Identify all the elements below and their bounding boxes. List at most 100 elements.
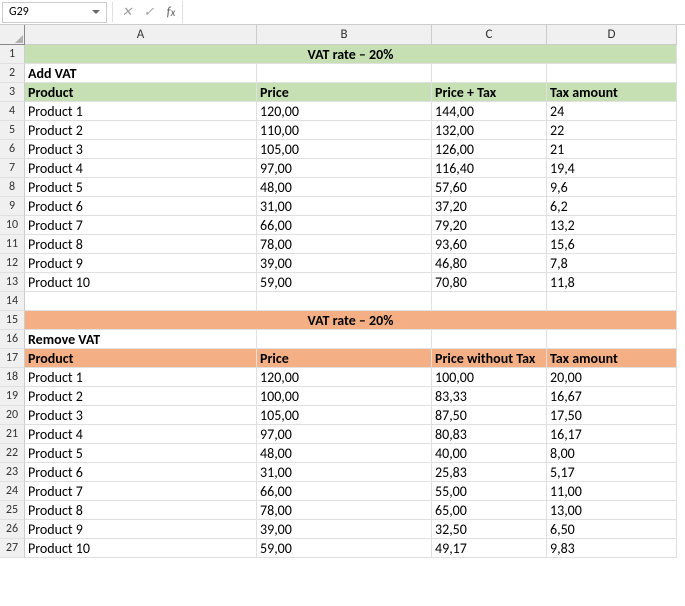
cell[interactable]: 78,00 xyxy=(257,235,432,254)
column-header[interactable]: C xyxy=(432,25,547,45)
cell[interactable]: 87,50 xyxy=(432,406,547,425)
row-header[interactable]: 11 xyxy=(0,235,25,254)
cell[interactable]: 100,00 xyxy=(257,387,432,406)
merged-title-cell[interactable]: VAT rate – 20% xyxy=(25,45,677,64)
cell[interactable]: Product 1 xyxy=(25,368,257,387)
cell[interactable]: 59,00 xyxy=(257,273,432,292)
select-all-corner[interactable] xyxy=(0,25,25,45)
cell[interactable]: 31,00 xyxy=(257,197,432,216)
cell[interactable]: Product 10 xyxy=(25,273,257,292)
cell[interactable] xyxy=(257,292,432,311)
row-header[interactable]: 9 xyxy=(0,197,25,216)
cell[interactable] xyxy=(257,330,432,349)
row-header[interactable]: 13 xyxy=(0,273,25,292)
cell[interactable]: Remove VAT xyxy=(25,330,257,349)
row-header[interactable]: 12 xyxy=(0,254,25,273)
cell[interactable]: Product xyxy=(25,83,257,102)
cell[interactable]: Product 2 xyxy=(25,121,257,140)
row-header[interactable]: 22 xyxy=(0,444,25,463)
cell[interactable]: 11,8 xyxy=(547,273,677,292)
cell[interactable]: 97,00 xyxy=(257,159,432,178)
cell[interactable]: 93,60 xyxy=(432,235,547,254)
cell[interactable]: 40,00 xyxy=(432,444,547,463)
cell[interactable]: Product 1 xyxy=(25,102,257,121)
cell[interactable]: 39,00 xyxy=(257,520,432,539)
cell[interactable]: 97,00 xyxy=(257,425,432,444)
cell[interactable]: 11,00 xyxy=(547,482,677,501)
cell[interactable]: 8,00 xyxy=(547,444,677,463)
cell[interactable] xyxy=(25,292,257,311)
cell[interactable]: 55,00 xyxy=(432,482,547,501)
cell[interactable] xyxy=(432,64,547,83)
row-header[interactable]: 5 xyxy=(0,121,25,140)
cell[interactable]: Product 7 xyxy=(25,216,257,235)
row-header[interactable]: 25 xyxy=(0,501,25,520)
cell[interactable]: 66,00 xyxy=(257,482,432,501)
cell[interactable]: 15,6 xyxy=(547,235,677,254)
cell[interactable]: Product xyxy=(25,349,257,368)
cell[interactable] xyxy=(432,292,547,311)
cell[interactable]: Tax amount xyxy=(547,83,677,102)
row-header[interactable]: 6 xyxy=(0,140,25,159)
cell[interactable]: Add VAT xyxy=(25,64,257,83)
row-header[interactable]: 17 xyxy=(0,349,25,368)
cell[interactable]: 105,00 xyxy=(257,406,432,425)
column-header[interactable]: D xyxy=(547,25,677,45)
cell[interactable]: 16,17 xyxy=(547,425,677,444)
cell[interactable]: Price xyxy=(257,83,432,102)
cell[interactable]: Product 5 xyxy=(25,444,257,463)
cell[interactable]: 49,17 xyxy=(432,539,547,558)
cell[interactable]: 39,00 xyxy=(257,254,432,273)
row-header[interactable]: 21 xyxy=(0,425,25,444)
cell[interactable]: 17,50 xyxy=(547,406,677,425)
cell[interactable]: 19,4 xyxy=(547,159,677,178)
spreadsheet-grid[interactable]: ABCD1VAT rate – 20%2Add VAT3ProductPrice… xyxy=(0,25,685,558)
cell[interactable]: Product 3 xyxy=(25,406,257,425)
cell[interactable] xyxy=(547,292,677,311)
cell[interactable]: Product 2 xyxy=(25,387,257,406)
cell[interactable]: 21 xyxy=(547,140,677,159)
cell[interactable]: 5,17 xyxy=(547,463,677,482)
cell[interactable]: 20,00 xyxy=(547,368,677,387)
cell[interactable]: Product 9 xyxy=(25,254,257,273)
row-header[interactable]: 16 xyxy=(0,330,25,349)
row-header[interactable]: 14 xyxy=(0,292,25,311)
cell[interactable]: 110,00 xyxy=(257,121,432,140)
row-header[interactable]: 4 xyxy=(0,102,25,121)
cell[interactable]: 78,00 xyxy=(257,501,432,520)
cell[interactable]: Price xyxy=(257,349,432,368)
cell[interactable]: 48,00 xyxy=(257,178,432,197)
cell[interactable]: 59,00 xyxy=(257,539,432,558)
cell[interactable]: 24 xyxy=(547,102,677,121)
cell[interactable]: 6,2 xyxy=(547,197,677,216)
row-header[interactable]: 27 xyxy=(0,539,25,558)
row-header[interactable]: 20 xyxy=(0,406,25,425)
cell[interactable]: Product 8 xyxy=(25,501,257,520)
cell[interactable]: 126,00 xyxy=(432,140,547,159)
cell[interactable]: Product 3 xyxy=(25,140,257,159)
cell[interactable]: 9,6 xyxy=(547,178,677,197)
cell[interactable] xyxy=(547,64,677,83)
cell[interactable]: Product 9 xyxy=(25,520,257,539)
merged-title-cell[interactable]: VAT rate – 20% xyxy=(25,311,677,330)
cell[interactable]: Product 6 xyxy=(25,197,257,216)
cell[interactable]: 37,20 xyxy=(432,197,547,216)
cell[interactable]: Product 4 xyxy=(25,159,257,178)
cell[interactable]: Product 8 xyxy=(25,235,257,254)
row-header[interactable]: 2 xyxy=(0,64,25,83)
fx-icon[interactable]: fx xyxy=(160,1,182,23)
row-header[interactable]: 10 xyxy=(0,216,25,235)
cell[interactable] xyxy=(432,330,547,349)
cell[interactable]: 46,80 xyxy=(432,254,547,273)
row-header[interactable]: 23 xyxy=(0,463,25,482)
cell[interactable]: 57,60 xyxy=(432,178,547,197)
column-header[interactable]: B xyxy=(257,25,432,45)
cell[interactable]: 120,00 xyxy=(257,102,432,121)
cell[interactable]: 25,83 xyxy=(432,463,547,482)
cell[interactable]: Tax amount xyxy=(547,349,677,368)
cell[interactable]: 48,00 xyxy=(257,444,432,463)
cell[interactable]: 144,00 xyxy=(432,102,547,121)
cell[interactable]: Product 4 xyxy=(25,425,257,444)
name-box[interactable]: G29 xyxy=(2,2,107,23)
row-header[interactable]: 18 xyxy=(0,368,25,387)
